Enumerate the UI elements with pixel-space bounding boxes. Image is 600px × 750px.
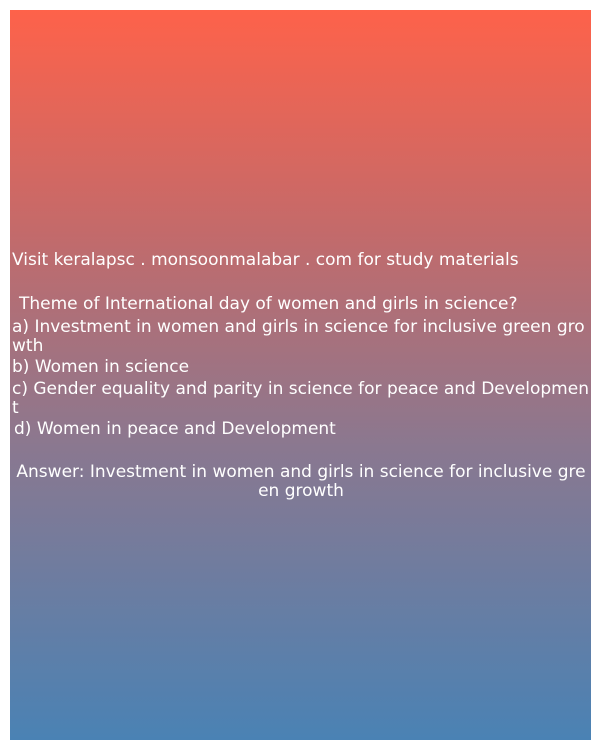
answer-text: Answer: Investment in women and girls in…: [16, 462, 586, 501]
quiz-card: Visit keralapsc . monsoonmalabar . com f…: [10, 10, 591, 740]
question-text: Theme of International day of women and …: [19, 294, 518, 314]
option-d: d) Women in peace and Development: [14, 419, 336, 439]
option-b: b) Women in science: [12, 357, 190, 377]
site-promo-text: Visit keralapsc . monsoonmalabar . com f…: [12, 250, 519, 270]
option-a: a) Investment in women and girls in scie…: [12, 317, 585, 356]
option-c: c) Gender equality and parity in science…: [12, 379, 589, 418]
